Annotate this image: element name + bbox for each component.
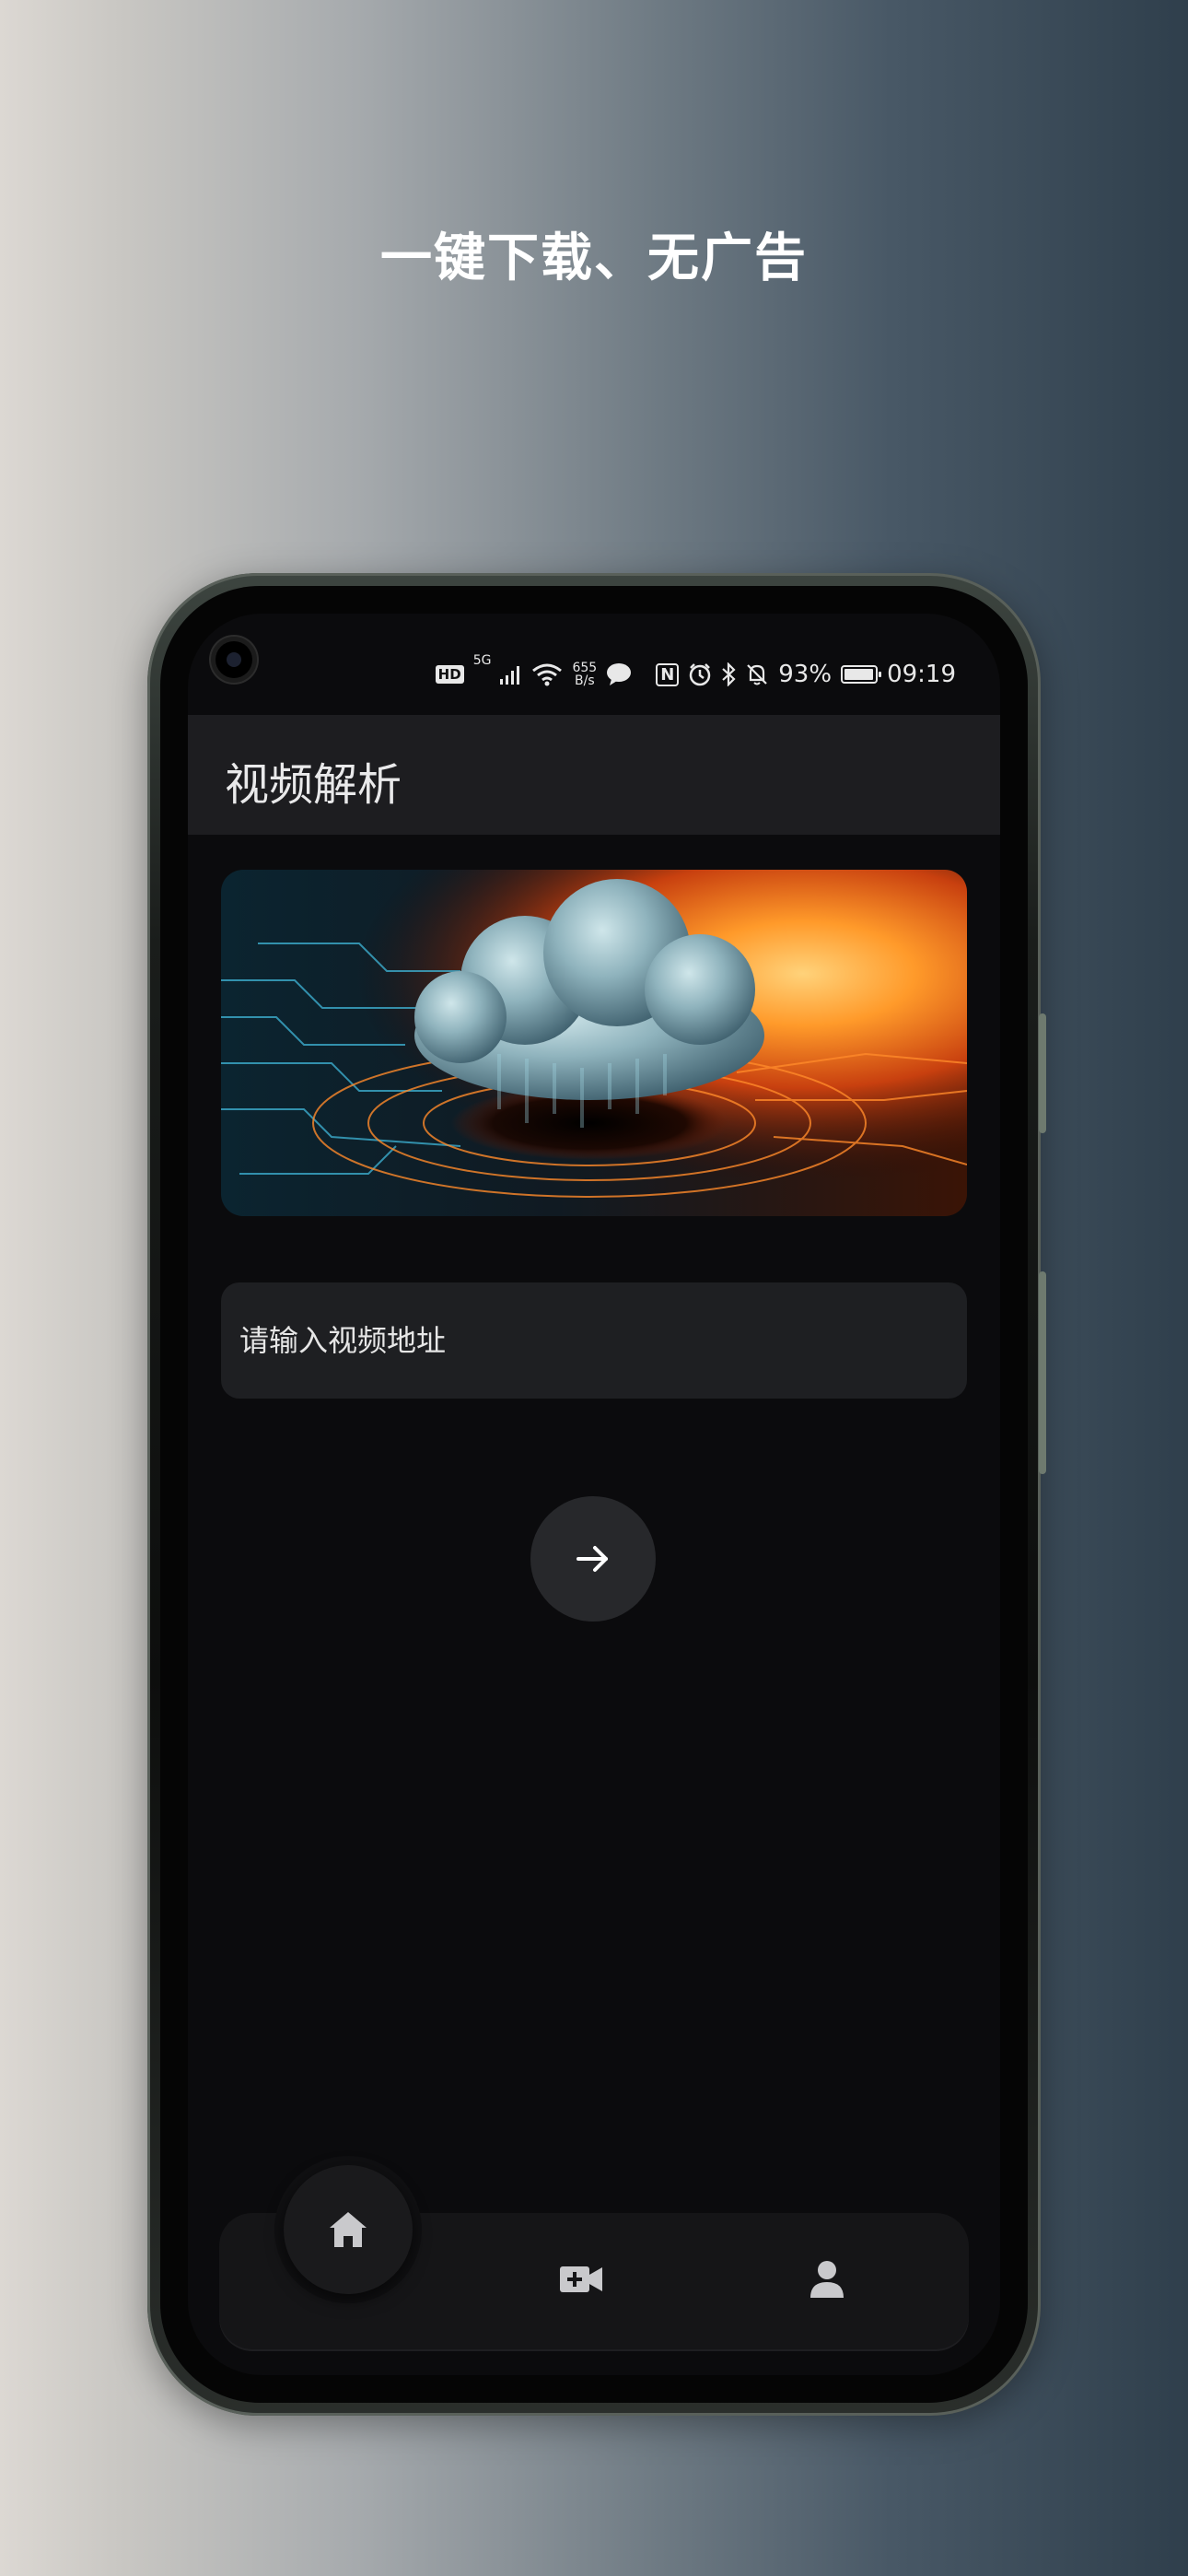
message-icon — [607, 663, 632, 685]
phone-screen: HD 5G 655 B/s N 93% 09:19 视频解析 请输入视频地址 — [188, 614, 1000, 2375]
bluetooth-icon — [722, 662, 736, 686]
parse-button[interactable] — [530, 1496, 656, 1622]
battery-percent: 93% — [778, 661, 833, 688]
video-add-icon — [560, 2266, 602, 2292]
nav-home[interactable] — [284, 2165, 413, 2294]
clock: 09:19 — [887, 661, 956, 688]
cloud-circuit-illustration — [221, 870, 967, 1216]
page-title: 视频解析 — [225, 759, 402, 811]
speed-unit: B/s — [575, 673, 595, 688]
video-url-input[interactable] — [221, 1282, 967, 1399]
power-button — [1039, 1271, 1046, 1474]
cell-signal-icon — [500, 666, 520, 685]
nav-video[interactable] — [544, 2252, 618, 2307]
battery-icon — [841, 665, 882, 684]
status-bar: HD 5G 655 B/s N 93% 09:19 — [435, 653, 956, 695]
banner-image — [221, 870, 967, 1216]
headline: 一键下载、无广告 — [380, 228, 808, 288]
front-camera — [215, 641, 252, 678]
hd-badge: HD — [435, 665, 464, 684]
nav-profile[interactable] — [790, 2252, 864, 2307]
nfc-icon: N — [656, 662, 680, 686]
volume-button — [1039, 1013, 1046, 1133]
wifi-icon — [532, 663, 563, 686]
network-speed: 655 B/s — [572, 662, 597, 687]
bottom-nav — [219, 2165, 969, 2351]
speed-value: 655 — [572, 661, 598, 675]
app-bar: 视频解析 — [188, 715, 1000, 835]
network-type: 5G — [472, 653, 492, 668]
person-icon — [810, 2261, 844, 2298]
home-icon — [330, 2212, 367, 2247]
url-input-container — [221, 1282, 967, 1399]
alarm-icon — [690, 663, 711, 686]
mute-bell-icon — [747, 664, 768, 685]
arrow-right-icon — [577, 1546, 608, 1572]
